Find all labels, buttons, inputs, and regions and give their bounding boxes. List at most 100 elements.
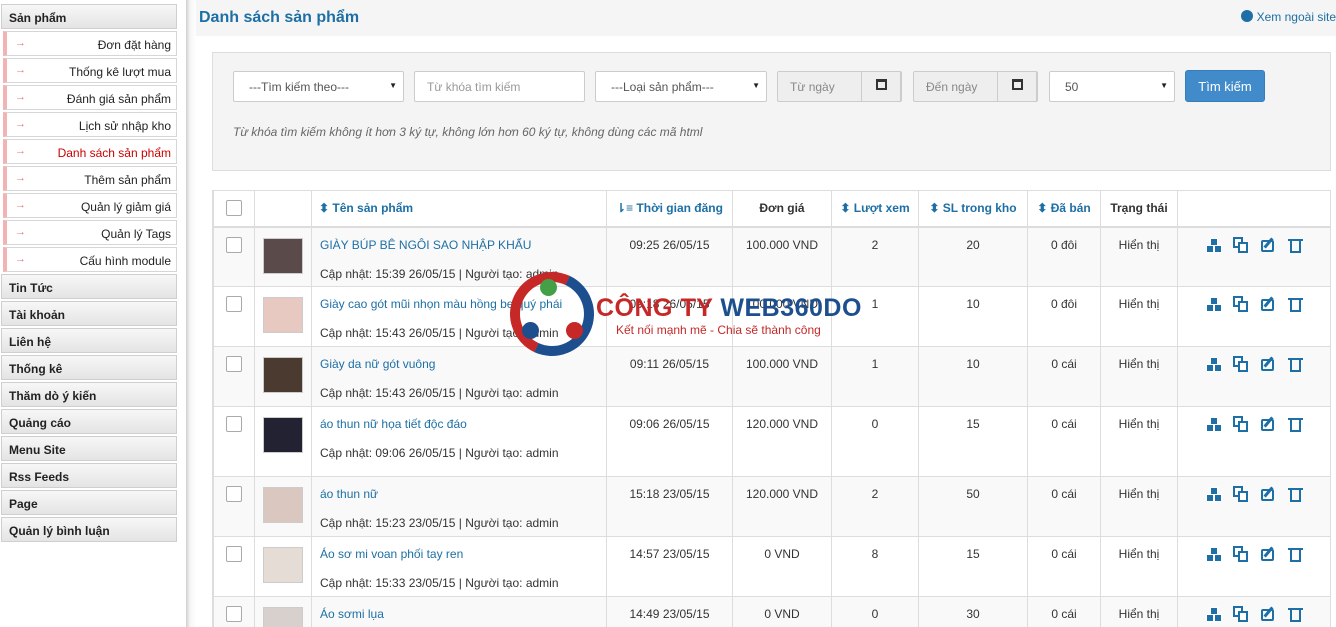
sidebar-group[interactable]: Quản lý bình luận: [1, 517, 177, 542]
product-name-link[interactable]: Áo sơmi lụa: [320, 607, 606, 621]
product-thumbnail[interactable]: [263, 237, 303, 274]
calendar-icon[interactable]: [997, 71, 1037, 102]
edit-icon[interactable]: [1260, 356, 1277, 373]
header-name[interactable]: ⬍ Tên sản phẩm: [311, 190, 607, 228]
status-text[interactable]: Hiển thị: [1100, 596, 1178, 627]
per-page-select[interactable]: 50 ▼: [1049, 71, 1175, 102]
view-site-link[interactable]: Xem ngoài site: [1240, 10, 1336, 24]
sidebar-group[interactable]: Tài khoản: [1, 301, 177, 326]
sidebar-group[interactable]: Thống kê: [1, 355, 177, 380]
edit-icon[interactable]: [1260, 236, 1277, 254]
edit-icon[interactable]: [1260, 546, 1277, 563]
sidebar-group[interactable]: Thăm dò ý kiến: [1, 382, 177, 407]
keyword-input[interactable]: Từ khóa tìm kiếm: [414, 71, 585, 102]
sidebar-item[interactable]: → Lịch sử nhập kho: [3, 112, 177, 137]
per-page-value: 50: [1065, 80, 1079, 94]
sidebar-item[interactable]: → Cấu hình module: [3, 247, 177, 272]
trash-icon[interactable]: [1287, 356, 1304, 373]
to-date-input[interactable]: Đến ngày: [913, 71, 1038, 102]
sidebar-item[interactable]: → Quản lý giảm giá: [3, 193, 177, 218]
status-text[interactable]: Hiển thị: [1100, 226, 1178, 287]
copy-icon[interactable]: [1233, 486, 1250, 503]
cubes-icon[interactable]: [1206, 546, 1223, 563]
arrow-right-icon: →: [15, 199, 26, 211]
category-select[interactable]: ---Loại sản phẩm--- ▼: [595, 71, 767, 102]
product-thumbnail[interactable]: [263, 487, 303, 523]
header-stock[interactable]: ⬍ SL trong kho: [918, 190, 1028, 228]
select-all-header: [213, 190, 255, 228]
sidebar-item[interactable]: → Quản lý Tags: [3, 220, 177, 245]
thumb-cell: [254, 286, 312, 347]
search-button[interactable]: Tìm kiếm: [1185, 70, 1265, 102]
status-text[interactable]: Hiển thị: [1100, 406, 1178, 477]
trash-icon[interactable]: [1287, 546, 1304, 563]
sidebar-item[interactable]: → Đánh giá sản phẩm: [3, 85, 177, 110]
product-name-link[interactable]: GIÀY BÚP BÊ NGÔI SAO NHẬP KHẨU: [320, 238, 606, 252]
trash-icon[interactable]: [1287, 416, 1304, 433]
sidebar-group[interactable]: Menu Site: [1, 436, 177, 461]
row-checkbox[interactable]: [226, 486, 242, 502]
product-thumbnail[interactable]: [263, 357, 303, 393]
edit-icon[interactable]: [1260, 606, 1277, 623]
logo-title-blue: WEB360DO: [720, 294, 862, 322]
status-text[interactable]: Hiển thị: [1100, 346, 1178, 407]
row-checkbox[interactable]: [226, 356, 242, 372]
sidebar-group[interactable]: Tin Tức: [1, 274, 177, 299]
search-by-select[interactable]: ---Tìm kiếm theo--- ▼: [233, 71, 404, 102]
copy-icon[interactable]: [1233, 236, 1250, 254]
cubes-icon[interactable]: [1206, 606, 1223, 623]
sidebar-group[interactable]: Sản phẩm: [1, 4, 177, 29]
copy-icon[interactable]: [1233, 606, 1250, 623]
copy-icon[interactable]: [1233, 296, 1250, 313]
sidebar-item[interactable]: → Danh sách sản phẩm: [3, 139, 177, 164]
status-text[interactable]: Hiển thị: [1100, 536, 1178, 597]
sort-icon: ⬍: [1037, 201, 1051, 216]
product-name-link[interactable]: Áo sơ mi voan phối tay ren: [320, 547, 606, 561]
product-name-link[interactable]: áo thun nữ họa tiết độc đáo: [320, 417, 606, 431]
name-cell: áo thun nữ Cập nhật: 15:23 23/05/15 | Ngư…: [311, 476, 607, 537]
cubes-icon[interactable]: [1206, 486, 1223, 503]
copy-icon[interactable]: [1233, 416, 1250, 433]
row-checkbox[interactable]: [226, 546, 242, 562]
sidebar-group[interactable]: Liên hệ: [1, 328, 177, 353]
trash-icon[interactable]: [1287, 296, 1304, 313]
product-thumbnail[interactable]: [263, 297, 303, 333]
post-time: 15:18 23/05/15: [606, 476, 733, 537]
row-checkbox[interactable]: [226, 296, 242, 312]
sidebar-group[interactable]: Rss Feeds: [1, 463, 177, 488]
edit-icon[interactable]: [1260, 416, 1277, 433]
cubes-icon[interactable]: [1206, 416, 1223, 433]
sidebar-item[interactable]: → Thống kê lượt mua: [3, 58, 177, 83]
edit-icon[interactable]: [1260, 296, 1277, 313]
sidebar-item-label: Quản lý Tags: [101, 227, 171, 241]
trash-icon[interactable]: [1287, 606, 1304, 623]
sidebar-item[interactable]: → Thêm sản phẩm: [3, 166, 177, 191]
select-all-checkbox[interactable]: [226, 199, 242, 216]
cubes-icon[interactable]: [1206, 296, 1223, 313]
row-checkbox[interactable]: [226, 416, 242, 432]
copy-icon[interactable]: [1233, 356, 1250, 373]
product-thumbnail[interactable]: [263, 607, 303, 627]
cubes-icon[interactable]: [1206, 356, 1223, 373]
row-checkbox[interactable]: [226, 236, 242, 253]
product-name-link[interactable]: áo thun nữ: [320, 487, 606, 501]
edit-icon[interactable]: [1260, 486, 1277, 503]
status-text[interactable]: Hiển thị: [1100, 286, 1178, 347]
product-thumbnail[interactable]: [263, 547, 303, 583]
calendar-icon[interactable]: [861, 71, 901, 102]
header-sold[interactable]: ⬍ Đã bán: [1027, 190, 1101, 228]
from-date-input[interactable]: Từ ngày: [777, 71, 902, 102]
header-time[interactable]: ⇂≡ Thời gian đăng: [606, 190, 733, 228]
header-views[interactable]: ⬍ Lượt xem: [831, 190, 919, 228]
sidebar-group[interactable]: Quảng cáo: [1, 409, 177, 434]
copy-icon[interactable]: [1233, 546, 1250, 563]
cubes-icon[interactable]: [1206, 237, 1223, 254]
product-thumbnail[interactable]: [263, 417, 303, 453]
trash-icon[interactable]: [1287, 486, 1304, 503]
sidebar-item[interactable]: → Đơn đặt hàng: [3, 31, 177, 56]
trash-icon[interactable]: [1287, 237, 1304, 254]
row-checkbox[interactable]: [226, 606, 242, 622]
caret-down-icon: ▼: [752, 81, 760, 90]
sidebar-group[interactable]: Page: [1, 490, 177, 515]
status-text[interactable]: Hiển thị: [1100, 476, 1178, 537]
